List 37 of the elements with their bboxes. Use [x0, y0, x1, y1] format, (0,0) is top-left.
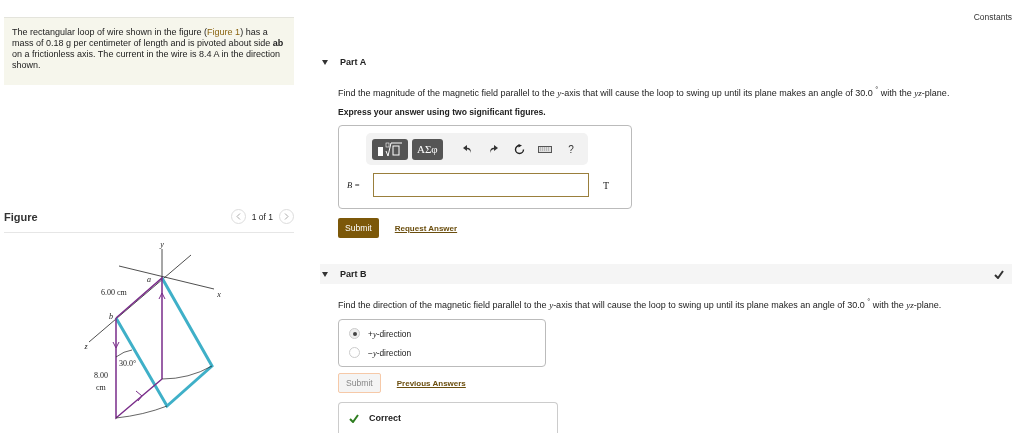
check-icon — [349, 413, 359, 423]
chevron-right-icon — [284, 213, 289, 220]
answer-label: B = — [347, 180, 362, 190]
part-title[interactable]: Part A — [340, 57, 1004, 67]
answer-field[interactable] — [373, 173, 589, 197]
figure-label: x — [217, 290, 221, 299]
figure-label: 30.0° — [119, 359, 137, 368]
figure-title: Figure — [4, 210, 38, 223]
help-button[interactable]: ? — [560, 138, 582, 160]
caret-down-icon[interactable] — [322, 59, 328, 65]
submit-button[interactable]: Submit — [338, 218, 379, 238]
symbols-button[interactable]: ΑΣφ — [412, 138, 443, 160]
problem-text: The rectangular loop of wire shown in the figure (Figure 1) has a mass of 0.18 g per centimeter of length and is pivoted about side ab on a frictionless axis. The current in the wire is 8.4 A in the direction shown. — [4, 17, 294, 85]
radio-button[interactable] — [349, 347, 360, 358]
question-text: Find the magnitude of the magnetic field parallel to the y-axis that will cause the loop to swing up until its plane makes an angle of 30.0 $^{°}$ with the yz-plane. — [338, 88, 950, 98]
part-title[interactable]: Part B — [340, 269, 994, 279]
chevron-left-icon — [235, 213, 241, 220]
question-text: Find the direction of the magnetic field parallel to the y-axis that will cause the loop to swing up until its plane makes an angle of 30.0 $^{°}$ with the yz-plane. — [338, 300, 942, 310]
templates-button[interactable] — [372, 138, 408, 160]
figure-label: y — [160, 240, 164, 249]
instruction-text: Express your answer using two significant figures. — [338, 107, 547, 117]
option-label: −y-direction — [368, 347, 412, 358]
figure-label: z — [84, 342, 88, 351]
option-label: +y-direction — [368, 328, 412, 339]
radio-button[interactable] — [349, 328, 360, 339]
request-answer-link[interactable]: Request Answer — [394, 223, 458, 233]
constants-link[interactable]: Constants — [973, 12, 1012, 22]
figure-label: b — [109, 312, 113, 321]
feedback-text: Correct — [369, 413, 401, 423]
figure-label: a — [147, 275, 151, 284]
previous-answers-link[interactable]: Previous Answers — [396, 378, 466, 388]
unit-label: T — [603, 179, 610, 191]
caret-down-icon[interactable] — [322, 271, 328, 277]
figure-label: cm — [96, 383, 106, 392]
figure-label: 8.00 — [94, 371, 108, 380]
figure-label: 6.00 cm — [101, 288, 127, 297]
pager-text: 1 of 1 — [251, 211, 273, 222]
